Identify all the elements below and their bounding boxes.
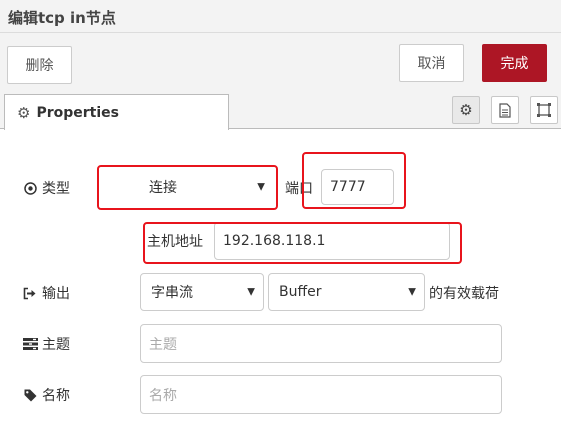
output-label: 输出	[22, 283, 70, 303]
output-format-select[interactable]: Buffer ▼	[268, 273, 425, 311]
cancel-button[interactable]: 取消	[399, 44, 464, 82]
topic-input[interactable]: 主题	[140, 324, 502, 363]
delete-button[interactable]: 删除	[7, 46, 72, 84]
output-suffix: 的有效载荷	[429, 286, 499, 302]
tag-icon	[22, 389, 38, 402]
settings-tab-button[interactable]: ⚙	[452, 96, 480, 124]
tab-properties-label: Properties	[36, 104, 119, 121]
dialog-toolbar	[0, 33, 561, 88]
tasks-icon	[22, 338, 38, 350]
frame-icon	[537, 103, 551, 117]
target-icon	[22, 181, 38, 195]
topic-label: 主题	[22, 334, 70, 354]
highlight-type	[97, 165, 278, 210]
appearance-tab-button[interactable]	[530, 96, 558, 124]
caret-down-icon: ▼	[408, 286, 416, 298]
dialog-title: 编辑tcp in节点	[8, 9, 116, 27]
tab-properties[interactable]: ⚙ Properties	[4, 94, 229, 130]
sign-out-icon	[22, 287, 38, 300]
caret-down-icon: ▼	[247, 286, 255, 298]
type-label: 类型	[22, 178, 70, 198]
output-select[interactable]: 字串流 ▼	[140, 273, 264, 311]
gear-icon: ⚙	[459, 101, 473, 119]
document-icon	[499, 102, 511, 118]
gear-icon: ⚙	[17, 103, 31, 122]
name-input[interactable]: 名称	[140, 375, 502, 414]
highlight-port	[302, 152, 406, 209]
name-label: 名称	[22, 385, 70, 405]
done-button[interactable]: 完成	[482, 44, 547, 82]
description-tab-button[interactable]	[491, 96, 519, 124]
highlight-host	[143, 222, 462, 264]
